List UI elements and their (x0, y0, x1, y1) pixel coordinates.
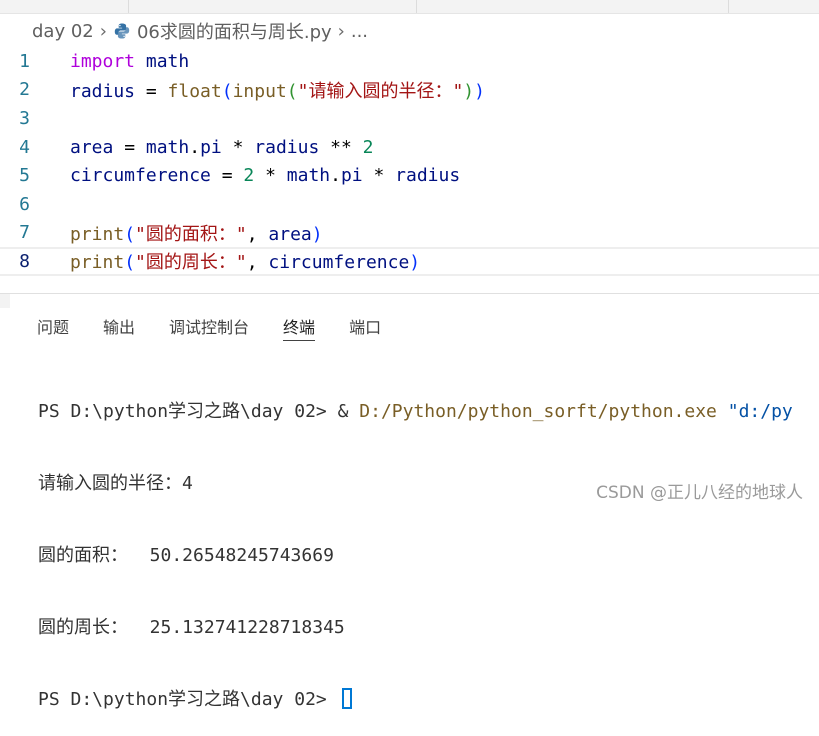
code-text: import math (70, 50, 190, 72)
code-text: radius = float(input("请输入圆的半径：")) (70, 80, 485, 102)
tab-separator (416, 0, 417, 13)
breadcrumb-file[interactable]: 06求圆的面积与周长.py (137, 18, 332, 44)
terminal-output[interactable]: PS D:\python学习之路\day 02> & D:/Python/pyt… (38, 352, 819, 736)
code-line[interactable]: 6 (0, 190, 819, 219)
line-number: 7 (19, 222, 30, 244)
code-text: circumference = 2 * math.pi * radius (70, 165, 461, 187)
line-number: 1 (19, 50, 30, 72)
breadcrumb: day 02 › 06求圆的面积与周长.py › ... (32, 18, 368, 44)
breadcrumb-more[interactable]: ... (351, 21, 368, 42)
line-number: 5 (19, 165, 30, 187)
code-text: print("圆的面积：", area) (70, 223, 323, 245)
breadcrumb-folder[interactable]: day 02 (32, 21, 94, 42)
code-text: area = math.pi * radius ** 2 (70, 136, 374, 158)
code-editor[interactable]: 1 import math 2 radius = float(input("请输… (0, 47, 819, 292)
code-line[interactable]: 1 import math (0, 47, 819, 76)
panel-tab-bar: 问题 输出 调试控制台 终端 端口 (20, 308, 398, 342)
tab-problems[interactable]: 问题 (20, 308, 86, 342)
tab-terminal[interactable]: 终端 (266, 308, 332, 342)
code-text: print("圆的周长：", circumference) (70, 252, 421, 274)
watermark: CSDN @正儿八经的地球人 (596, 483, 803, 503)
chevron-right-icon: › (337, 20, 345, 42)
line-number: 4 (19, 136, 30, 158)
editor-tab-strip (0, 0, 819, 14)
tab-debug-console[interactable]: 调试控制台 (152, 308, 266, 342)
terminal-line: PS D:\python学习之路\day 02> (38, 688, 819, 712)
tab-output[interactable]: 输出 (86, 308, 152, 342)
python-file-icon (113, 22, 131, 40)
line-number: 6 (19, 193, 30, 215)
terminal-cursor (341, 688, 352, 709)
line-number: 8 (19, 250, 30, 272)
code-line[interactable]: 7 print("圆的面积：", area) (0, 219, 819, 248)
line-number: 2 (19, 79, 30, 101)
terminal-line: PS D:\python学习之路\day 02> & D:/Python/pyt… (38, 401, 793, 422)
code-line[interactable]: 5 circumference = 2 * math.pi * radius (0, 161, 819, 190)
tab-ports[interactable]: 端口 (332, 308, 398, 342)
panel-sash (0, 294, 10, 308)
line-number: 3 (19, 107, 30, 129)
tab-separator (128, 0, 129, 13)
code-line[interactable]: 3 (0, 104, 819, 133)
panel-divider[interactable] (0, 293, 819, 294)
tab-separator (728, 0, 729, 13)
code-line[interactable]: 4 area = math.pi * radius ** 2 (0, 133, 819, 162)
terminal-line: 圆的周长： 25.132741228718345 (38, 617, 345, 638)
code-line-current[interactable]: 8 print("圆的周长：", circumference) (0, 247, 819, 276)
terminal-line: 圆的面积： 50.26548245743669 (38, 545, 334, 566)
chevron-right-icon: › (99, 20, 107, 42)
code-line[interactable]: 2 radius = float(input("请输入圆的半径：")) (0, 76, 819, 105)
